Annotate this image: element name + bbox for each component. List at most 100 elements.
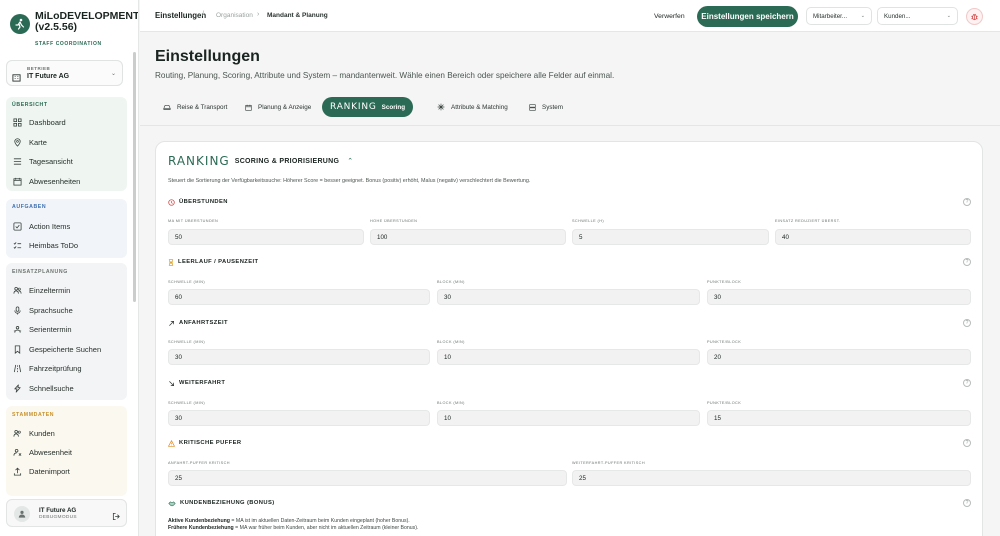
save-settings-button[interactable]: Einstellungen speichern (697, 6, 798, 27)
sidebar-item-heimbas-todo[interactable]: Heimbas ToDo (12, 238, 122, 252)
section-ueberstunden: ÜBERSTUNDEN (168, 198, 228, 206)
sidebar-item-label: Fahrzeitprüfung (29, 363, 82, 373)
help-icon[interactable]: ? (963, 198, 971, 206)
weiterfahrt-puffer-input[interactable]: 25 (572, 470, 971, 486)
sidebar-item-serientermin[interactable]: Serientermin (12, 322, 122, 336)
tab-label: Attribute & Matching (451, 103, 508, 111)
sparkle-icon (437, 103, 445, 111)
arrow-up-right-icon (168, 320, 175, 327)
section-weiterfahrt: WEITERFAHRT (168, 379, 225, 387)
sidebar-item-fahrzeitpruefung[interactable]: Fahrzeitprüfung (12, 361, 122, 375)
einsatz-reduziert-input[interactable]: 40 (775, 229, 971, 245)
chevron-right-icon: › (257, 11, 260, 18)
sidebar-item-label: Action Items (29, 221, 71, 231)
breadcrumb-separator: / (202, 11, 204, 18)
sidebar-item-action-items[interactable]: Action Items (12, 219, 122, 233)
anfahrt-block-input[interactable]: 10 (437, 349, 700, 365)
logout-icon[interactable] (112, 508, 121, 526)
help-icon[interactable]: ? (963, 379, 971, 387)
road-icon (12, 363, 22, 373)
breadcrumb-einstellungen[interactable]: Einstellungen (155, 11, 206, 20)
sidebar-item-dashboard[interactable]: Dashboard (12, 115, 122, 129)
brand-title: MiLoDEVELOPMENT (v2.5.56) (35, 10, 139, 33)
employee-select[interactable]: Mitarbeiter... ⌄ (806, 7, 872, 25)
tab-scoring[interactable]: RANKING Scoring (322, 97, 414, 117)
leerlauf-schwelle-input[interactable]: 60 (168, 289, 430, 305)
anfahrt-puffer-input[interactable]: 25 (168, 470, 567, 486)
field-label: SCHWELLE (H) (572, 219, 605, 223)
user-name: IT Future AG (39, 507, 77, 514)
checklist-icon (12, 240, 22, 250)
user-role: DEBUGMODUS (39, 515, 77, 520)
weiterfahrt-block-input[interactable]: 10 (437, 410, 700, 426)
section-title: LEERLAUF / PAUSENZEIT (178, 259, 259, 265)
sidebar-item-karte[interactable]: Karte (12, 135, 122, 149)
sidebar-item-abwesenheiten[interactable]: Abwesenheiten (12, 174, 122, 188)
calendar-icon (245, 104, 252, 111)
card-header[interactable]: RANKING SCORING & PRIORISIERUNG ⌃ (168, 153, 353, 169)
section-title: WEITERFAHRT (179, 380, 226, 386)
hohe-ueberstunden-input[interactable]: 100 (370, 229, 566, 245)
tenant-selector[interactable]: BETRIEB IT Future AG ⌄ (6, 60, 123, 86)
customer-select-value: Kunden... (884, 12, 911, 20)
ma-ueberstunden-input[interactable]: 50 (168, 229, 364, 245)
leerlauf-punkte-input[interactable]: 30 (707, 289, 971, 305)
chevron-up-icon[interactable]: ⌃ (347, 157, 353, 165)
discard-button[interactable]: Verwerfen (654, 9, 685, 23)
weiterfahrt-schwelle-input[interactable]: 30 (168, 410, 430, 426)
section-anfahrtszeit: ANFAHRTSZEIT (168, 319, 228, 327)
breadcrumb-organisation[interactable]: Organisation (216, 12, 253, 19)
sidebar-item-label: Tagesansicht (29, 156, 73, 166)
sidebar-item-einzeltermin[interactable]: Einzeltermin (12, 283, 122, 297)
weiterfahrt-punkte-input[interactable]: 15 (707, 410, 971, 426)
microphone-icon (12, 305, 22, 315)
field-label: SCHWELLE (MIN) (168, 280, 206, 284)
sidebar-item-datenimport[interactable]: Datenimport (12, 464, 122, 478)
sidebar-item-gespeicherte-suchen[interactable]: Gespeicherte Suchen (12, 342, 122, 356)
section-title: KRITISCHE PUFFER (179, 440, 242, 446)
nav-group-aufgaben: AUFGABEN Action Items Heimbas ToDo (6, 199, 127, 258)
sidebar-item-label: Sprachsuche (29, 305, 73, 315)
ueberstunden-schwelle-input[interactable]: 5 (572, 229, 769, 245)
sidebar-scrollbar[interactable] (133, 52, 136, 302)
tab-planung-anzeige[interactable]: Planung & Anzeige (245, 97, 311, 117)
bolt-icon (12, 383, 22, 393)
sidebar-item-label: Abwesenheiten (29, 176, 81, 186)
section-title: ÜBERSTUNDEN (179, 199, 228, 205)
page-title: Einstellungen (155, 48, 260, 65)
sidebar-item-label: Heimbas ToDo (29, 240, 79, 250)
page-subtitle: Routing, Planung, Scoring, Attribute und… (155, 71, 615, 80)
sidebar-item-label: Karte (29, 137, 47, 147)
sidebar-item-label: Dashboard (29, 117, 66, 127)
debug-bug-button[interactable] (966, 8, 983, 25)
field-label: EINSATZ REDUZIERT ÜBERST. (775, 219, 841, 223)
map-pin-icon (12, 137, 22, 147)
anfahrt-schwelle-input[interactable]: 30 (168, 349, 430, 365)
help-icon[interactable]: ? (963, 258, 971, 266)
help-icon[interactable]: ? (963, 499, 971, 507)
user-box[interactable]: IT Future AG DEBUGMODUS (6, 499, 127, 527)
help-icon[interactable]: ? (963, 439, 971, 447)
tab-attribute-matching[interactable]: Attribute & Matching (437, 97, 508, 117)
tab-system[interactable]: System (529, 97, 563, 117)
section-divider (140, 125, 1000, 126)
employee-select-value: Mitarbeiter... (813, 12, 848, 20)
brand[interactable]: MiLoDEVELOPMENT (v2.5.56) STAFF COORDINA… (8, 10, 139, 47)
people-icon (12, 428, 22, 438)
clock-alert-icon (168, 198, 175, 206)
anfahrt-punkte-input[interactable]: 20 (707, 349, 971, 365)
sidebar-item-schnellsuche[interactable]: Schnellsuche (12, 381, 122, 395)
bug-icon (971, 13, 978, 21)
customer-select[interactable]: Kunden... ⌄ (877, 7, 958, 25)
field-label: WEITERFAHRT-PUFFER KRITISCH (572, 461, 645, 465)
field-label: BLOCK (MIN) (437, 280, 465, 284)
help-icon[interactable]: ? (963, 319, 971, 327)
user-x-icon (12, 447, 22, 457)
sidebar-item-sprachsuche[interactable]: Sprachsuche (12, 303, 122, 317)
sidebar-item-tagesansicht[interactable]: Tagesansicht (12, 154, 122, 168)
group-icon (12, 324, 22, 334)
sidebar-item-kunden[interactable]: Kunden (12, 426, 122, 440)
tab-reise-transport[interactable]: Reise & Transport (163, 97, 227, 117)
sidebar-item-abwesenheit[interactable]: Abwesenheit (12, 445, 122, 459)
leerlauf-block-input[interactable]: 30 (437, 289, 700, 305)
